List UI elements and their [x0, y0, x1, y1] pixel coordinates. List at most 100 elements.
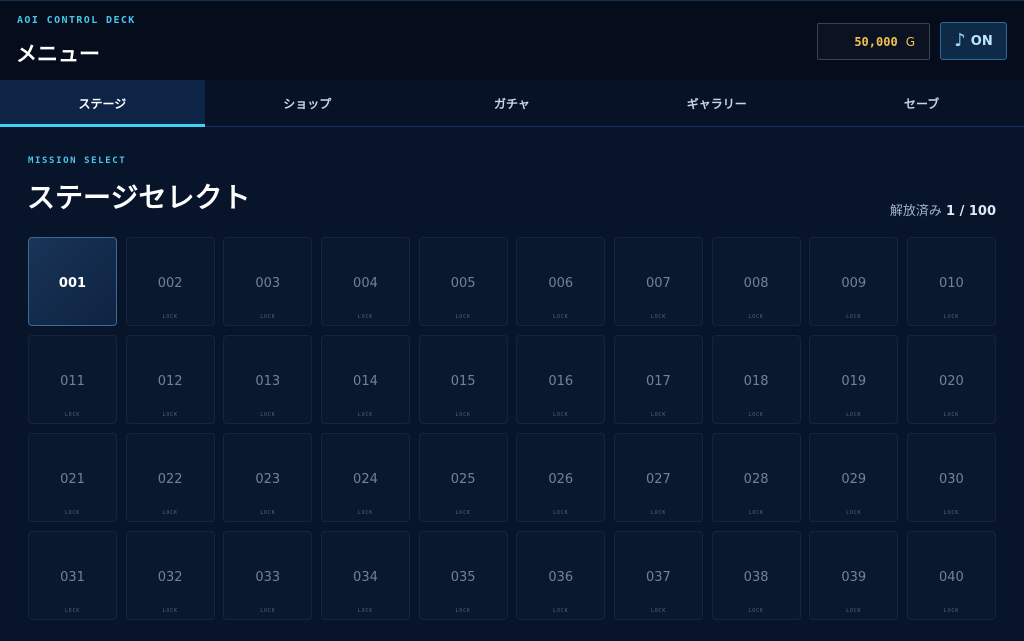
stage-tile[interactable]: 023 LOCK — [223, 433, 313, 522]
stage-lock-label: LOCK — [260, 412, 276, 418]
stage-number: 013 — [255, 374, 281, 389]
stage-tile[interactable]: 013 LOCK — [223, 335, 313, 424]
stage-lock-label: LOCK — [455, 412, 471, 418]
stage-lock-label: LOCK — [162, 412, 178, 418]
stage-number: 031 — [60, 570, 85, 585]
stage-tile[interactable]: 018 LOCK — [711, 335, 801, 424]
stage-tile[interactable]: 037 LOCK — [613, 531, 703, 620]
stage-tile[interactable]: 027 LOCK — [613, 433, 703, 522]
stage-lock-label: LOCK — [943, 510, 960, 516]
menu-title: メニュー — [16, 42, 100, 66]
stage-lock-label: LOCK — [260, 608, 276, 614]
gold-value: 50,000 — [854, 34, 898, 49]
stage-tile[interactable]: 012 LOCK — [125, 335, 215, 424]
music-note-icon: ♪ — [954, 30, 966, 51]
stage-tile[interactable]: 014 LOCK — [320, 335, 410, 424]
stage-tile[interactable]: 022 LOCK — [125, 433, 215, 522]
stage-lock-label: LOCK — [455, 510, 471, 516]
stage-number: 020 — [938, 374, 964, 389]
stage-lock-label: LOCK — [553, 412, 569, 418]
stage-tile[interactable]: 021 LOCK — [28, 433, 117, 522]
tab-shop[interactable]: ショップ — [205, 80, 410, 126]
stage-lock-label: LOCK — [748, 314, 764, 320]
stage-lock-label: LOCK — [748, 608, 764, 614]
stage-number: 004 — [353, 276, 378, 291]
stage-tile[interactable]: 032 LOCK — [125, 531, 215, 620]
stage-number: 034 — [353, 570, 378, 585]
stage-tile[interactable]: 025 LOCK — [418, 433, 508, 522]
stage-number: 029 — [841, 472, 867, 487]
stage-tile[interactable]: 008 LOCK — [711, 237, 801, 326]
stage-tile[interactable]: 026 LOCK — [516, 433, 606, 522]
stage-number: 017 — [646, 374, 671, 389]
stage-tile[interactable]: 004 LOCK — [320, 237, 410, 326]
stage-number: 019 — [841, 374, 867, 389]
stage-lock-label: LOCK — [650, 314, 667, 320]
stage-lock-label: LOCK — [357, 510, 374, 516]
stage-lock-label: LOCK — [553, 510, 569, 516]
stage-number: 011 — [60, 374, 85, 389]
stage-tile[interactable]: 036 LOCK — [516, 531, 606, 620]
top-header: AOI CONTROL DECK メニュー 50,000 G ♪ ON — [0, 0, 1024, 80]
stage-tile[interactable]: 038 LOCK — [711, 531, 801, 620]
stage-tile[interactable]: 040 LOCK — [906, 531, 996, 620]
stage-number: 014 — [353, 374, 378, 389]
stage-number: 027 — [646, 472, 671, 487]
stage-tile[interactable]: 035 LOCK — [418, 531, 508, 620]
stage-number: 003 — [255, 276, 281, 291]
stage-number: 008 — [743, 276, 769, 291]
stage-lock-label: LOCK — [553, 608, 569, 614]
stage-lock-label: LOCK — [553, 314, 569, 320]
stage-number: 032 — [157, 570, 183, 585]
stage-tile[interactable]: 019 LOCK — [809, 335, 899, 424]
stage-number: 018 — [743, 374, 769, 389]
stage-lock-label: LOCK — [650, 412, 667, 418]
stage-lock-label: LOCK — [748, 412, 764, 418]
stage-tile[interactable]: 003 LOCK — [223, 237, 313, 326]
stage-number: 038 — [743, 570, 769, 585]
stage-grid: 001 002 LOCK 003 LOCK 004 LOCK 005 LOCK 006 LOCK 00… — [28, 237, 996, 620]
stage-tile[interactable]: 028 LOCK — [711, 433, 801, 522]
stage-lock-label: LOCK — [260, 510, 276, 516]
section-subtitle: MISSION SELECT — [28, 156, 127, 166]
stage-tile[interactable]: 009 LOCK — [809, 237, 899, 326]
stage-tile[interactable]: 002 LOCK — [125, 237, 215, 326]
stage-number: 021 — [60, 472, 85, 487]
stage-tile[interactable]: 024 LOCK — [320, 433, 410, 522]
stage-tile[interactable]: 030 LOCK — [906, 433, 996, 522]
tab-gacha[interactable]: ガチャ — [410, 80, 615, 126]
stage-tile[interactable]: 039 LOCK — [809, 531, 899, 620]
stage-lock-label: LOCK — [64, 608, 81, 614]
stage-lock-label: LOCK — [162, 608, 178, 614]
tab-save[interactable]: セーブ — [819, 80, 1024, 126]
stage-tile[interactable]: 034 LOCK — [320, 531, 410, 620]
stage-tile[interactable]: 033 LOCK — [223, 531, 313, 620]
stage-lock-label: LOCK — [943, 608, 960, 614]
stage-lock-label: LOCK — [846, 608, 862, 614]
stage-number: 026 — [548, 472, 574, 487]
stage-lock-label: LOCK — [357, 412, 374, 418]
stage-tile[interactable]: 006 LOCK — [516, 237, 606, 326]
tab-stage[interactable]: ステージ — [0, 80, 205, 127]
music-toggle-button[interactable]: ♪ ON — [940, 22, 1007, 60]
stage-tile[interactable]: 031 LOCK — [28, 531, 117, 620]
stage-number: 010 — [938, 276, 964, 291]
stage-tile[interactable]: 007 LOCK — [613, 237, 703, 326]
stage-tile[interactable]: 005 LOCK — [418, 237, 508, 326]
stage-number: 012 — [157, 374, 183, 389]
stage-tile[interactable]: 020 LOCK — [906, 335, 996, 424]
stage-tile[interactable]: 010 LOCK — [906, 237, 996, 326]
stage-number: 002 — [157, 276, 183, 291]
music-toggle-label: ON — [970, 33, 993, 49]
stage-tile[interactable]: 017 LOCK — [613, 335, 703, 424]
stage-tile[interactable]: 015 LOCK — [418, 335, 508, 424]
stage-lock-label: LOCK — [162, 510, 178, 516]
stage-tile[interactable]: 016 LOCK — [516, 335, 606, 424]
stage-number: 040 — [938, 570, 964, 585]
progress-value: 1 / 100 — [946, 204, 996, 219]
stage-tile[interactable]: 001 — [28, 237, 117, 326]
stage-number: 023 — [255, 472, 281, 487]
tab-gallery[interactable]: ギャラリー — [614, 80, 819, 126]
stage-tile[interactable]: 029 LOCK — [809, 433, 899, 522]
stage-tile[interactable]: 011 LOCK — [28, 335, 117, 424]
